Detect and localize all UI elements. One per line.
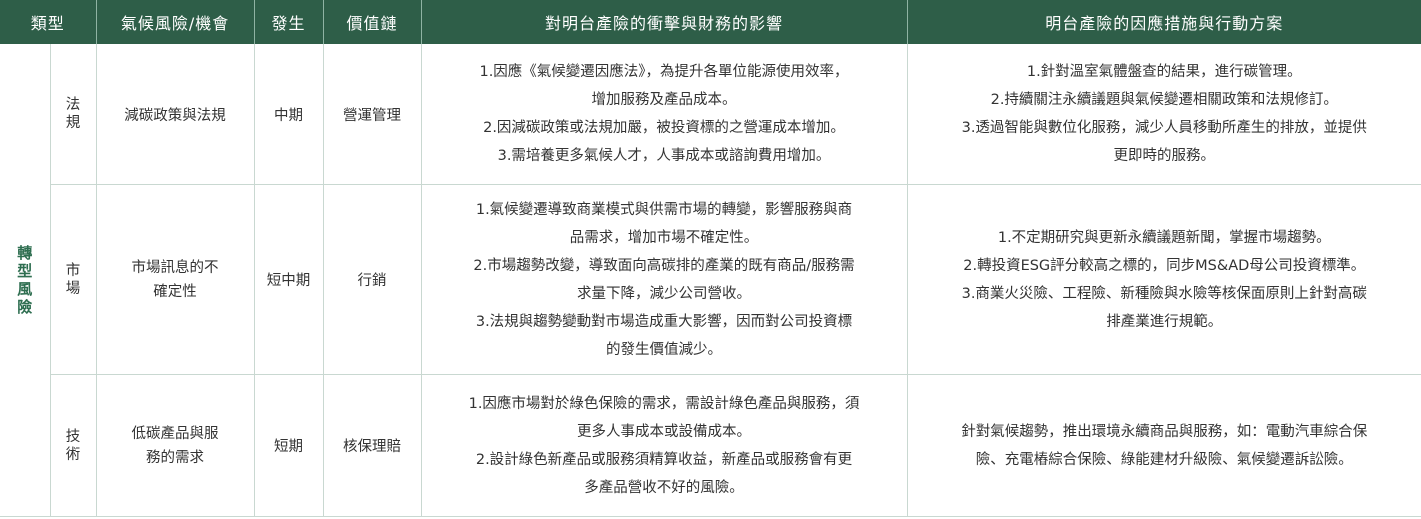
action-line: 更即時的服務。 [1113,148,1216,164]
impact-line: 求量下降，減少公司營收。 [577,285,752,302]
risk-cell: 減碳政策與法規 [96,44,255,185]
impact-line: 3.法規與趨勢變動對市場造成重大影響，因而對公司投資標 [475,313,853,330]
action-line: 排產業進行規範。 [1106,313,1223,330]
action-line: 3.商業火災險、工程險、新種險與水險等核保面原則上針對高碳 [961,285,1367,302]
header-timing: 發生 [254,0,324,44]
actions-cell: 1.不定期研究與更新永續議題新聞，掌握市場趨勢。 2.轉投資ESG評分較高之標的… [907,184,1421,375]
table-row: 市場 市場訊息的不確定性 短中期 行銷 1.氣候變遷導致商業模式與供需市場的轉變… [0,184,1421,375]
action-line: 2.轉投資ESG評分較高之標的，同步MS&AD母公司投資標準。 [963,257,1366,274]
impact-line: 更多人事成本或設備成本。 [577,423,752,440]
risk-cell: 市場訊息的不確定性 [96,184,255,375]
action-line: 2.持續關注永續議題與氣候變遷相關政策和法規修訂。 [990,92,1338,108]
impact-cell: 1.氣候變遷導致商業模式與供需市場的轉變，影響服務與商 品需求，增加市場不確定性… [421,184,908,375]
category-cell: 轉型風險 [0,44,51,517]
action-line: 3.透過智能與數位化服務，減少人員移動所產生的排放，並提供 [961,120,1367,136]
subtype-cell: 技術 [50,374,97,517]
climate-risk-table: 類型 氣候風險/機會 發生 價值鏈 對明台產險的衝擊與財務的影響 明台產險的因應… [0,0,1421,517]
impact-line: 的發生價值減少。 [606,341,723,358]
impact-cell: 1.因應《氣候變遷因應法》，為提升各單位能源使用效率， 增加服務及產品成本。 2… [421,44,908,185]
table-row: 技術 低碳產品與服務的需求 短期 核保理賠 1.因應市場對於綠色保險的需求，需設… [0,374,1421,517]
value-chain-cell: 行銷 [323,184,422,375]
subtype-cell: 法規 [50,44,97,185]
subtype-label: 市場 [65,262,81,297]
impact-cell: 1.因應市場對於綠色保險的需求，需設計綠色產品與服務，須 更多人事成本或設備成本… [421,374,908,517]
impact-line: 1.因應《氣候變遷因應法》，為提升各單位能源使用效率， [479,64,849,80]
action-line: 1.針對溫室氣體盤查的結果，進行碳管理。 [1026,64,1302,80]
category-label: 轉型風險 [17,244,33,316]
timing-cell: 短中期 [254,184,324,375]
subtype-cell: 市場 [50,184,97,375]
timing-cell: 短期 [254,374,324,517]
action-line: 針對氣候趨勢，推出環境永續商品與服務，如：電動汽車綜合保 [961,423,1368,440]
impact-line: 2.設計綠色新產品或服務須精算收益，新產品或服務會有更 [475,451,853,468]
action-line: 1.不定期研究與更新永續議題新聞，掌握市場趨勢。 [997,229,1331,246]
header-impact: 對明台產險的衝擊與財務的影響 [421,0,908,44]
header-row: 類型 氣候風險/機會 發生 價值鏈 對明台產險的衝擊與財務的影響 明台產險的因應… [0,0,1421,44]
impact-line: 3.需培養更多氣候人才，人事成本或諮詢費用增加。 [497,148,831,164]
impact-line: 品需求，增加市場不確定性。 [569,229,759,246]
impact-line: 2.市場趨勢改變，導致面向高碳排的產業的既有商品/服務需 [473,257,855,274]
impact-line: 多產品營收不好的風險。 [584,479,744,496]
impact-line: 1.因應市場對於綠色保險的需求，需設計綠色產品與服務，須 [468,395,860,412]
table-row: 轉型風險 法規 減碳政策與法規 中期 營運管理 1.因應《氣候變遷因應法》，為提… [0,44,1421,517]
action-line: 險、充電樁綜合保險、綠能建材升級險、氣候變遷訴訟險。 [975,451,1353,468]
actions-cell: 1.針對溫室氣體盤查的結果，進行碳管理。 2.持續關注永續議題與氣候變遷相關政策… [907,44,1421,185]
risk-label: 市場訊息的不確定性 [131,259,219,300]
header-risk: 氣候風險/機會 [96,0,255,44]
impact-line: 1.氣候變遷導致商業模式與供需市場的轉變，影響服務與商 [475,201,853,218]
risk-cell: 低碳產品與服務的需求 [96,374,255,517]
risk-label: 低碳產品與服務的需求 [131,425,219,466]
value-chain-cell: 營運管理 [323,44,422,185]
actions-cell: 針對氣候趨勢，推出環境永續商品與服務，如：電動汽車綜合保 險、充電樁綜合保險、綠… [907,374,1421,517]
impact-line: 2.因減碳政策或法規加嚴，被投資標的之營運成本增加。 [483,120,845,136]
timing-cell: 中期 [254,44,324,185]
subtype-label: 法規 [65,97,81,131]
header-value-chain: 價值鏈 [323,0,422,44]
value-chain-cell: 核保理賠 [323,374,422,517]
subtype-label: 技術 [65,428,81,463]
header-type: 類型 [0,0,97,44]
header-actions: 明台產險的因應措施與行動方案 [907,0,1421,44]
impact-line: 增加服務及產品成本。 [591,92,737,108]
